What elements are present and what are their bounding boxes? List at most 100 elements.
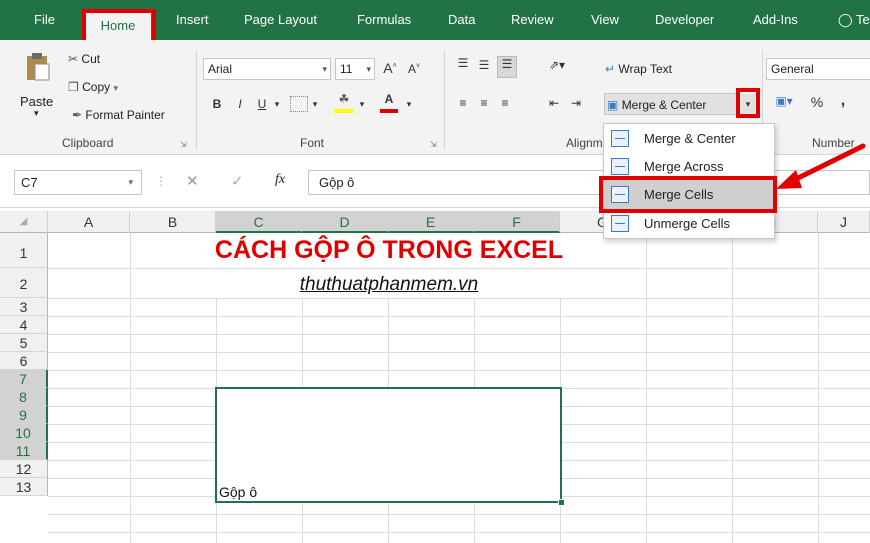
- tab-file[interactable]: File: [34, 0, 55, 40]
- tab-view[interactable]: View: [591, 0, 619, 40]
- lightbulb-icon: ◯: [838, 12, 853, 27]
- insert-function-icon[interactable]: fx: [275, 172, 285, 188]
- tab-data[interactable]: Data: [448, 0, 475, 40]
- unmerge-cells-icon: [611, 215, 629, 232]
- menu-item-unmerge-cells[interactable]: Unmerge Cells: [604, 209, 774, 238]
- chevron-down-icon[interactable]: ▾: [310, 99, 320, 110]
- borders-icon[interactable]: [290, 96, 308, 112]
- brush-icon: ✒: [72, 108, 83, 122]
- cut-button[interactable]: ✂ Cut: [68, 52, 100, 66]
- copy-button[interactable]: ❐ Copy ▾: [68, 80, 118, 94]
- align-middle-icon[interactable]: ☰: [476, 58, 492, 72]
- row-header-5[interactable]: 5: [0, 334, 48, 352]
- align-center-icon[interactable]: ≡: [476, 96, 492, 110]
- merged-cell-selection[interactable]: [215, 387, 562, 503]
- increase-font-icon[interactable]: A˄: [380, 60, 400, 76]
- tab-insert[interactable]: Insert: [176, 0, 209, 40]
- row-header-3[interactable]: 3: [0, 298, 48, 316]
- row-header-8[interactable]: 8: [0, 388, 48, 406]
- sheet-subtitle-link[interactable]: thuthuatphanmem.vn: [130, 274, 648, 296]
- row-header-12[interactable]: 12: [0, 460, 48, 478]
- tab-formulas[interactable]: Formulas: [357, 0, 411, 40]
- italic-button[interactable]: I: [232, 97, 248, 111]
- merge-across-icon: [611, 158, 629, 175]
- align-top-icon[interactable]: ☰: [455, 56, 471, 70]
- row-header-2[interactable]: 2: [0, 268, 48, 298]
- tab-page-layout[interactable]: Page Layout: [244, 0, 317, 40]
- decrease-font-icon[interactable]: A˅: [404, 62, 424, 76]
- merge-center-button[interactable]: ▣ Merge & Center: [604, 93, 739, 115]
- fill-color-icon[interactable]: ☘: [332, 92, 356, 114]
- decrease-indent-icon[interactable]: ⇤: [545, 96, 563, 110]
- column-header-b[interactable]: B: [130, 211, 216, 233]
- row-header-10[interactable]: 10: [0, 424, 48, 442]
- underline-button[interactable]: U: [254, 97, 270, 111]
- font-launcher-icon[interactable]: ⇲: [430, 140, 437, 149]
- percent-button[interactable]: %: [810, 94, 824, 110]
- annotation-arrow-icon: [776, 143, 866, 189]
- increase-indent-icon[interactable]: ⇥: [567, 96, 585, 110]
- font-group-label: Font: [300, 136, 325, 150]
- align-bottom-icon[interactable]: ☰: [497, 56, 517, 78]
- paste-button[interactable]: Paste: [20, 94, 53, 109]
- select-all-corner[interactable]: ◢: [0, 211, 48, 233]
- font-size-combo[interactable]: 11 ▾: [335, 58, 375, 80]
- gridline: [48, 316, 870, 317]
- tell-me-search[interactable]: ◯ Te: [838, 0, 870, 40]
- chevron-down-icon[interactable]: ▾: [272, 99, 282, 110]
- row-header-4[interactable]: 4: [0, 316, 48, 334]
- paste-icon[interactable]: [22, 52, 52, 82]
- tab-review[interactable]: Review: [511, 0, 554, 40]
- paste-dropdown-icon[interactable]: ▾: [34, 108, 39, 119]
- column-header-d[interactable]: D: [302, 211, 388, 233]
- row-header-13[interactable]: 13: [0, 478, 48, 496]
- chevron-down-icon: ▾: [366, 64, 371, 74]
- wrap-text-button[interactable]: ↵ Wrap Text: [605, 62, 672, 76]
- align-right-icon[interactable]: ≡: [497, 96, 513, 110]
- chevron-down-icon[interactable]: ▾: [357, 99, 367, 110]
- chevron-down-icon[interactable]: ▾: [404, 99, 414, 110]
- group-divider: [444, 50, 445, 150]
- merge-dropdown-highlight: [736, 88, 760, 118]
- menu-item-merge-center[interactable]: Merge & Center: [604, 124, 774, 153]
- align-left-icon[interactable]: ≡: [455, 96, 471, 110]
- font-name-combo[interactable]: Arial ▾: [203, 58, 331, 80]
- scissors-icon: ✂: [68, 52, 79, 66]
- row-header-11[interactable]: 11: [0, 442, 48, 460]
- column-header-a[interactable]: A: [48, 211, 130, 233]
- name-box[interactable]: C7 ▾: [14, 170, 142, 195]
- fill-handle[interactable]: [558, 499, 565, 506]
- bold-button[interactable]: B: [209, 97, 225, 111]
- alignment-group-label: Alignm: [566, 136, 603, 150]
- font-color-icon[interactable]: A: [378, 92, 400, 114]
- gridline: [48, 352, 870, 353]
- merge-cells-highlight: [599, 176, 777, 213]
- sheet-title: CÁCH GỘP Ô TRONG EXCEL: [214, 236, 564, 264]
- orientation-icon[interactable]: ⇗▾: [544, 58, 570, 72]
- comma-button[interactable]: ,: [838, 92, 848, 110]
- format-painter-button[interactable]: ✒ Format Painter: [72, 108, 165, 122]
- more-icon: ⋮: [155, 174, 167, 188]
- chevron-down-icon: ▾: [128, 177, 133, 187]
- tab-add-ins[interactable]: Add-Ins: [753, 0, 798, 40]
- column-header-e[interactable]: E: [388, 211, 474, 233]
- row-header-9[interactable]: 9: [0, 406, 48, 424]
- merged-cell-value: Gộp ô: [219, 484, 258, 500]
- clipboard-launcher-icon[interactable]: ⇲: [180, 140, 187, 149]
- row-header-7[interactable]: 7: [0, 370, 48, 388]
- currency-icon[interactable]: ▣▾: [769, 94, 799, 108]
- enter-icon[interactable]: ✓: [231, 172, 244, 190]
- cancel-icon[interactable]: ✕: [186, 172, 199, 190]
- column-header-j[interactable]: J: [818, 211, 870, 233]
- row-header-1[interactable]: 1: [0, 233, 48, 268]
- clipboard-group-label: Clipboard: [62, 136, 114, 150]
- row-header-6[interactable]: 6: [0, 352, 48, 370]
- copy-icon: ❐: [68, 80, 79, 94]
- group-divider: [196, 50, 197, 150]
- chevron-down-icon: ▾: [322, 64, 327, 74]
- column-header-f[interactable]: F: [474, 211, 560, 233]
- tab-developer[interactable]: Developer: [655, 0, 714, 40]
- gridline: [48, 334, 870, 335]
- number-format-combo[interactable]: General: [766, 58, 870, 80]
- column-header-c[interactable]: C: [216, 211, 302, 233]
